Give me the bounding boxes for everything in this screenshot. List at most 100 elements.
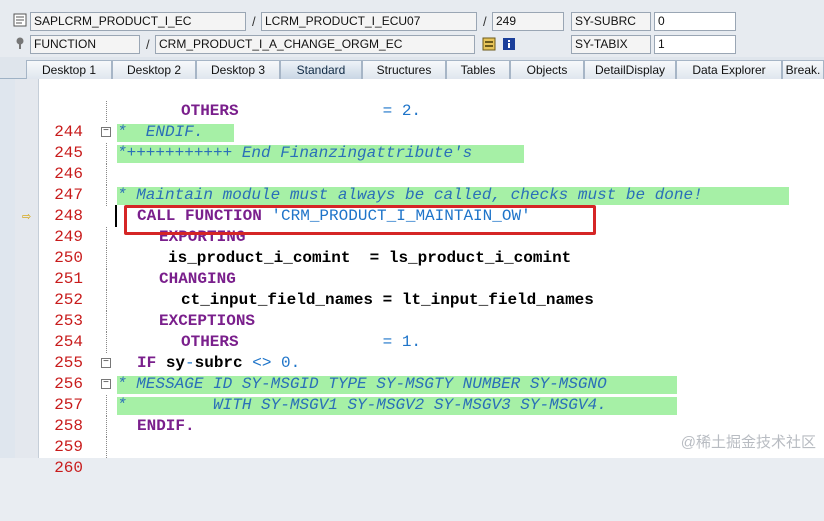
identifier: sy — [165, 354, 186, 372]
keyword: OTHERS — [181, 333, 239, 351]
debugger-header: SAPLCRM_PRODUCT_I_EC / LCRM_PRODUCT_I_EC… — [0, 0, 824, 57]
code-line: 252 CHANGING — [39, 269, 824, 309]
punct: . — [411, 333, 422, 351]
number: 1 — [401, 333, 412, 351]
include-field[interactable]: LCRM_PRODUCT_I_ECU07 — [261, 12, 477, 31]
code-line: 244 OTHERS = 2. — [39, 101, 824, 141]
editor-left-bar — [0, 79, 15, 458]
operator: = — [382, 102, 402, 120]
code-line: 247 — [39, 164, 824, 204]
sysvalue-2[interactable]: 1 — [654, 35, 736, 54]
info-icon[interactable] — [501, 36, 517, 52]
sysfield-2[interactable]: SY-TABIX — [571, 35, 651, 54]
fold-guide — [106, 332, 110, 353]
code-text: is_product_i_comint = ls_product_i_comin… — [117, 248, 824, 269]
code-text: CHANGING — [117, 269, 824, 290]
identifier: ls_product_i_comint — [388, 249, 572, 267]
tab-detaildisplay[interactable]: DetailDisplay — [584, 60, 676, 79]
tab-tables[interactable]: Tables — [446, 60, 510, 79]
keyword: OTHERS — [181, 102, 239, 120]
tab-breakpoints[interactable]: Break. — [782, 60, 824, 79]
program-field[interactable]: SAPLCRM_PRODUCT_I_EC — [30, 12, 246, 31]
code-text: EXCEPTIONS — [117, 311, 824, 332]
operator: = — [382, 333, 402, 351]
code-line: 246 *+++++++++++ End Finanzingattribute'… — [39, 143, 824, 183]
identifier: is_product_i_comint — [168, 249, 351, 267]
code-line: 255 OTHERS = 1. — [39, 332, 824, 372]
code-line: 253 ct_input_field_names = lt_input_fiel… — [39, 290, 824, 330]
tab-data-explorer[interactable]: Data Explorer — [676, 60, 782, 79]
code-line: 254 EXCEPTIONS — [39, 311, 824, 351]
function-icon — [12, 35, 28, 51]
keyword: EXCEPTIONS — [159, 312, 256, 330]
breakpoint-gutter[interactable] — [15, 79, 38, 458]
fold-toggle-icon[interactable]: − — [101, 358, 111, 368]
identifier: ct_input_field_names — [181, 291, 374, 309]
separator: / — [146, 37, 150, 52]
fold-guide — [106, 185, 110, 206]
fold-guide — [106, 248, 110, 269]
current-line-arrow-icon: ⇨ — [22, 211, 32, 223]
fold-toggle-icon[interactable]: − — [101, 127, 111, 137]
program-icon — [12, 12, 28, 28]
operator: = — [350, 249, 389, 267]
object-field[interactable]: CRM_PRODUCT_I_A_CHANGE_ORGM_EC — [155, 35, 475, 54]
number: 0 — [281, 354, 291, 372]
code-text: ct_input_field_names = lt_input_field_na… — [117, 290, 824, 311]
code-line: 256 − IF sy-subrc <> 0. — [39, 353, 824, 393]
fold-guide — [106, 101, 110, 122]
annotation-highlight-box — [124, 205, 596, 235]
keyword: CHANGING — [159, 270, 236, 288]
tab-structures[interactable]: Structures — [362, 60, 446, 79]
code-line: 245 − * ENDIF. — [39, 122, 824, 162]
comment: *+++++++++++ End Finanzingattribute's — [117, 144, 473, 162]
code-line: 251 is_product_i_comint = ls_product_i_c… — [39, 248, 824, 288]
type-field[interactable]: FUNCTION — [30, 35, 140, 54]
identifier: subrc — [194, 354, 253, 372]
fold-guide — [106, 311, 110, 332]
operator: = — [373, 291, 402, 309]
sysfield-1[interactable]: SY-SUBRC — [571, 12, 651, 31]
keyword: IF — [137, 354, 166, 372]
keyword: ENDIF. — [137, 417, 195, 435]
code-line: 258 * WITH SY-MSGV1 SY-MSGV2 SY-MSGV3 SY… — [39, 395, 824, 435]
tab-objects[interactable]: Objects — [510, 60, 584, 79]
fold-guide — [106, 290, 110, 311]
line-field[interactable]: 249 — [492, 12, 564, 31]
tab-standard[interactable]: Standard — [280, 60, 362, 79]
code-text: OTHERS = 1. — [117, 332, 824, 353]
code-text: IF sy-subrc <> 0. — [117, 353, 824, 374]
tab-desktop-1[interactable]: Desktop 1 — [26, 60, 112, 79]
comment: * WITH SY-MSGV1 SY-MSGV2 SY-MSGV3 SY-MSG… — [117, 396, 607, 414]
code-text: OTHERS = 2. — [117, 101, 824, 122]
number: 2 — [401, 102, 412, 120]
line-number: 260 — [54, 459, 83, 477]
comment: * Maintain module must always be called,… — [117, 186, 703, 204]
sysvalue-1[interactable]: 0 — [654, 12, 736, 31]
punct: . — [411, 102, 422, 120]
code-lines: 244 OTHERS = 2. 245 − * ENDIF. 246 *+++++… — [39, 101, 824, 477]
code-line: 257 − * MESSAGE ID SY-MSGID TYPE SY-MSGT… — [39, 374, 824, 414]
fold-guide — [106, 143, 110, 164]
fold-guide — [106, 395, 110, 416]
fold-toggle-icon[interactable]: − — [101, 379, 111, 389]
separator: / — [252, 14, 256, 29]
tab-desktop-3[interactable]: Desktop 3 — [196, 60, 280, 79]
code-line: 248 * Maintain module must always be cal… — [39, 185, 824, 225]
fold-guide — [106, 269, 110, 290]
watermark: @稀土掘金技术社区 — [680, 434, 816, 451]
where-used-icon[interactable] — [481, 36, 497, 52]
identifier: lt_input_field_names — [401, 291, 594, 309]
punct: . — [290, 354, 301, 372]
fold-guide — [106, 416, 110, 437]
fold-guide — [106, 227, 110, 248]
operator: - — [185, 354, 195, 372]
comment: * MESSAGE ID SY-MSGID TYPE SY-MSGTY NUMB… — [117, 375, 607, 393]
separator: / — [483, 14, 487, 29]
operator: <> — [252, 354, 282, 372]
fold-guide — [106, 164, 110, 185]
comment: * ENDIF. — [117, 123, 204, 141]
tab-desktop-2[interactable]: Desktop 2 — [112, 60, 196, 79]
tab-strip: Desktop 1 Desktop 2 Desktop 3 Standard S… — [0, 57, 824, 79]
text-cursor — [115, 205, 117, 227]
